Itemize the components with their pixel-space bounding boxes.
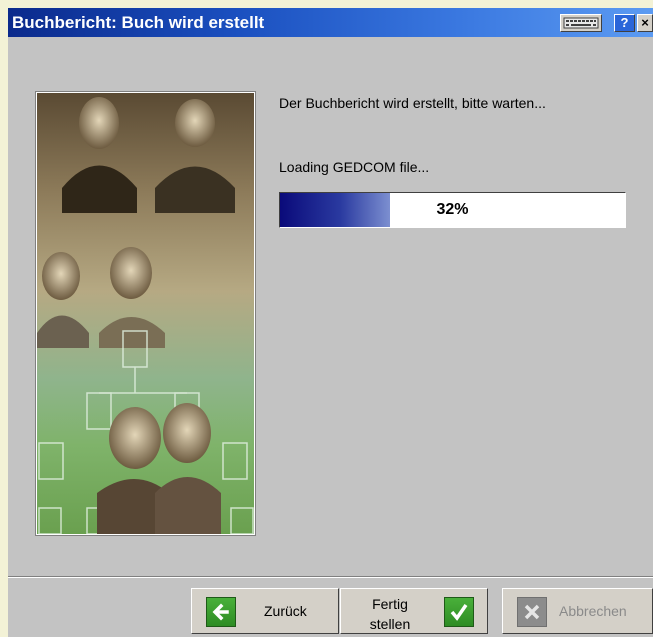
- window-title: Buchbericht: Buch wird erstellt: [12, 13, 265, 32]
- family-photo-collage: [36, 92, 255, 535]
- checkmark-icon: [444, 597, 474, 627]
- finish-button[interactable]: Fertig stellen: [340, 588, 488, 634]
- finish-button-label: Fertig stellen: [355, 594, 425, 634]
- arrow-left-icon: [206, 597, 236, 627]
- progress-message: Der Buchbericht wird erstellt, bitte war…: [279, 95, 546, 111]
- help-button[interactable]: ?: [614, 14, 635, 32]
- close-icon: ×: [641, 15, 649, 30]
- keyboard-button[interactable]: [560, 14, 602, 32]
- help-icon: ?: [620, 15, 629, 30]
- back-button[interactable]: Zurück: [191, 588, 339, 634]
- back-button-label: Zurück: [264, 603, 307, 619]
- progress-bar: 32%: [279, 192, 626, 228]
- cancel-button[interactable]: Abbrechen: [502, 588, 653, 634]
- finish-label-line2: stellen: [369, 616, 411, 632]
- progress-percent-label: 32%: [436, 201, 469, 218]
- dialog-window: Buchbericht: Buch wird erstellt ? × Der …: [8, 8, 653, 637]
- x-icon: [517, 597, 547, 627]
- photo-collage-image: [37, 97, 254, 534]
- title-bar: Buchbericht: Buch wird erstellt ? ×: [8, 8, 653, 37]
- keyboard-icon: [563, 17, 599, 29]
- cancel-button-label: Abbrechen: [559, 603, 627, 619]
- status-text: Loading GEDCOM file...: [279, 159, 430, 175]
- close-button[interactable]: ×: [637, 14, 653, 32]
- finish-label-line1: Fertig: [372, 596, 408, 612]
- divider: [8, 576, 653, 578]
